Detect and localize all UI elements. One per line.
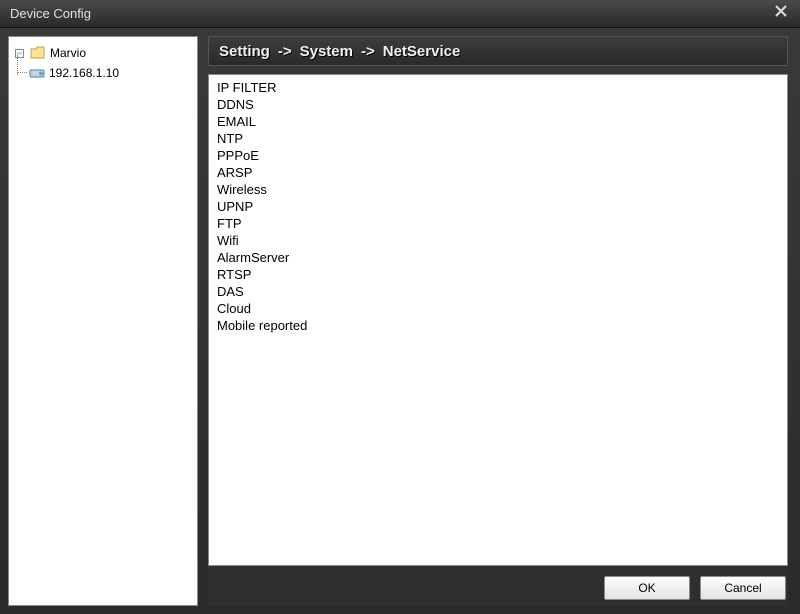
folder-icon	[30, 46, 46, 60]
breadcrumb-sep-icon: ->	[278, 43, 292, 60]
main-panel: Setting -> System -> NetService IP FILTE…	[208, 36, 792, 606]
titlebar: Device Config	[0, 0, 800, 28]
window-title: Device Config	[10, 6, 91, 21]
list-item[interactable]: Wifi	[215, 232, 781, 249]
list-item[interactable]: ARSP	[215, 164, 781, 181]
ok-button[interactable]: OK	[604, 576, 690, 600]
cancel-button[interactable]: Cancel	[700, 576, 786, 600]
breadcrumb-seg-setting: Setting	[219, 43, 270, 60]
window-body: − Marvio 192.168.1.10	[0, 28, 800, 614]
list-item[interactable]: DDNS	[215, 96, 781, 113]
device-icon	[29, 66, 45, 80]
close-icon	[773, 3, 789, 24]
list-item[interactable]: FTP	[215, 215, 781, 232]
tree-device-node[interactable]: 192.168.1.10	[27, 63, 193, 83]
list-item[interactable]: Cloud	[215, 300, 781, 317]
list-item[interactable]: EMAIL	[215, 113, 781, 130]
tree-device-label: 192.168.1.10	[49, 64, 119, 82]
button-row: OK Cancel	[208, 574, 788, 606]
list-item[interactable]: IP FILTER	[215, 79, 781, 96]
device-tree: − Marvio 192.168.1.10	[8, 36, 198, 606]
breadcrumb: Setting -> System -> NetService	[208, 36, 788, 66]
list-item[interactable]: UPNP	[215, 198, 781, 215]
list-item[interactable]: RTSP	[215, 266, 781, 283]
list-item[interactable]: NTP	[215, 130, 781, 147]
list-item[interactable]: Mobile reported	[215, 317, 781, 334]
breadcrumb-seg-system: System	[300, 43, 353, 60]
netservice-listbox[interactable]: IP FILTER DDNS EMAIL NTP PPPoE ARSP Wire…	[208, 74, 788, 566]
list-item[interactable]: DAS	[215, 283, 781, 300]
list-item[interactable]: PPPoE	[215, 147, 781, 164]
list-item[interactable]: AlarmServer	[215, 249, 781, 266]
tree-root-node[interactable]: − Marvio	[13, 43, 193, 63]
breadcrumb-seg-netservice: NetService	[383, 43, 461, 60]
device-config-window: Device Config − Marvio	[0, 0, 800, 614]
list-item[interactable]: Wireless	[215, 181, 781, 198]
close-button[interactable]	[768, 4, 794, 24]
content-panel: IP FILTER DDNS EMAIL NTP PPPoE ARSP Wire…	[208, 74, 788, 606]
breadcrumb-sep-icon: ->	[361, 43, 375, 60]
tree-root-label: Marvio	[50, 44, 86, 62]
